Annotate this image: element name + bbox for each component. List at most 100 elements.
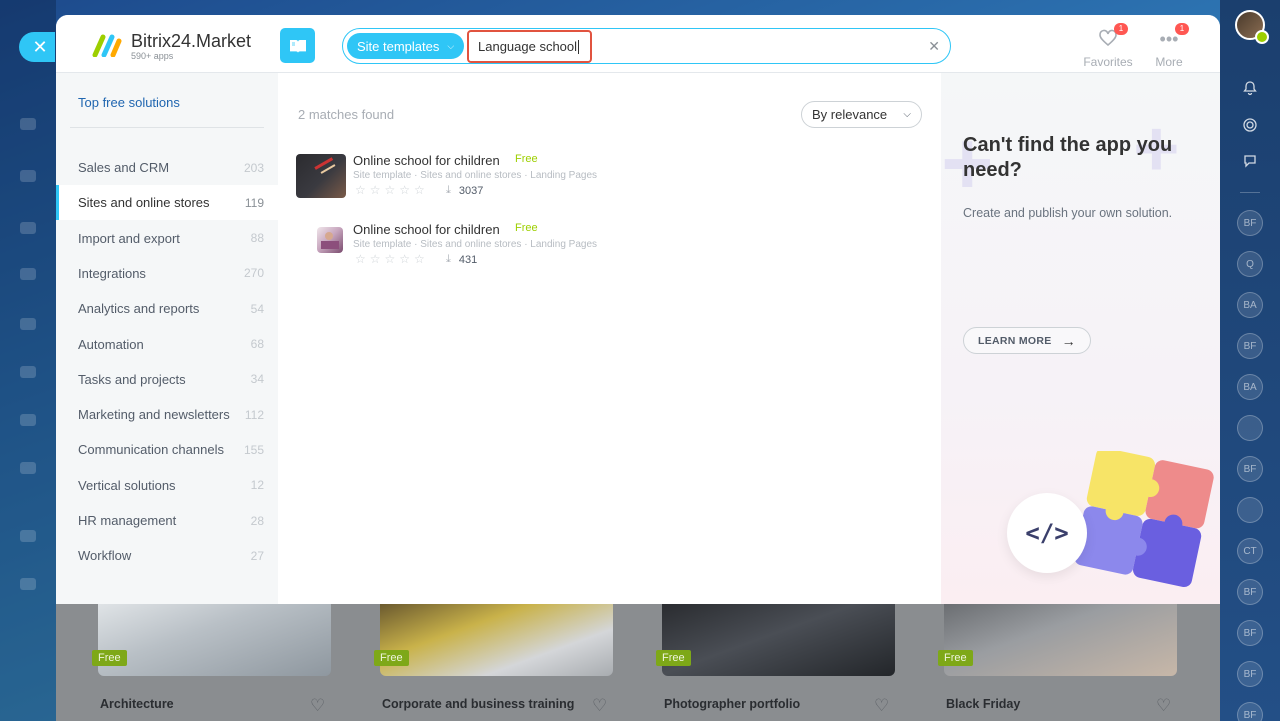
sidebar-item-count: 112	[244, 407, 264, 422]
rating-stars: ☆☆☆☆☆	[355, 252, 429, 266]
sidebar-item[interactable]: Communication channels 155	[56, 432, 278, 467]
promo-panel: + + Can't find the app you need? Create …	[941, 73, 1220, 604]
sidebar-item[interactable]: Integrations 270	[56, 256, 278, 291]
rating-stars: ☆☆☆☆☆	[355, 183, 429, 197]
category-sidebar: Top free solutions Sales and CRM 203 Sites…	[56, 73, 278, 604]
background-menu-ghost	[20, 578, 36, 590]
contact-initials: Q	[1246, 258, 1254, 270]
contact-initials: BF	[1243, 463, 1257, 475]
user-avatar[interactable]	[1235, 10, 1269, 44]
activity-icon[interactable]	[1237, 112, 1263, 138]
favorites-badge: 1	[1114, 23, 1128, 35]
result-item[interactable]: Online school for children Free Site tem…	[296, 222, 896, 282]
contact-avatar[interactable]: BF	[1237, 579, 1263, 605]
background-card: Free Architecture ♡	[82, 604, 362, 721]
sidebar-item-label: Marketing and newsletters	[78, 407, 230, 423]
card-title: Photographer portfolio	[664, 697, 801, 711]
promo-title: Can't find the app you need?	[963, 134, 1173, 181]
book-icon	[289, 39, 306, 53]
notifications-icon[interactable]	[1237, 75, 1263, 101]
sidebar-item-count: 27	[250, 548, 264, 563]
sidebar-item[interactable]: Tasks and projects 34	[56, 362, 278, 397]
installs-count: 3037	[458, 184, 484, 197]
app-subtitle: 590+ apps	[131, 51, 174, 61]
filter-chip-label: Site templates	[357, 38, 440, 54]
result-thumbnail	[317, 227, 343, 253]
favorites-button[interactable]: 1 Favorites	[1078, 23, 1138, 69]
text-caret	[578, 39, 580, 54]
contact-initials: BF	[1243, 668, 1257, 680]
card-title: Black Friday	[946, 697, 1021, 711]
learn-more-button[interactable]: LEARN MORE →	[963, 327, 1091, 354]
more-button[interactable]: ••• 1 More	[1139, 23, 1199, 69]
contact-avatar[interactable]: BF	[1237, 210, 1263, 236]
installs-counter: ⤓ 3037	[446, 184, 483, 197]
search-bar[interactable]: Site templates ⌵ Language school ✕	[342, 28, 951, 64]
sidebar-item-label: Sites and online stores	[78, 195, 210, 211]
background-card: Free Photographer portfolio ♡	[646, 604, 926, 721]
learn-more-label: LEARN MORE	[978, 334, 1052, 347]
sidebar-item[interactable]: Workflow 27	[56, 538, 278, 573]
card-title: Architecture	[100, 697, 174, 711]
result-item[interactable]: Online school for children Free Site tem…	[296, 153, 896, 213]
sidebar-item-count: 28	[250, 513, 264, 528]
background-left-strip	[0, 0, 56, 721]
background-menu-ghost	[20, 414, 36, 426]
sidebar-item[interactable]: Analytics and reports 54	[56, 291, 278, 326]
sidebar-item[interactable]: Vertical solutions 12	[56, 468, 278, 503]
top-free-solutions-link[interactable]: Top free solutions	[78, 95, 180, 110]
sidebar-item-label: HR management	[78, 513, 177, 528]
sidebar-item-count: 155	[243, 442, 264, 457]
contact-avatar[interactable]	[1237, 497, 1263, 523]
sidebar-item[interactable]: Sales and CRM 203	[56, 150, 278, 185]
contact-initials: CT	[1243, 545, 1257, 557]
filter-chip[interactable]: Site templates ⌵	[347, 33, 465, 59]
search-input[interactable]: Language school	[467, 30, 592, 63]
sidebar-item[interactable]: Import and export 88	[56, 221, 278, 256]
contact-avatar[interactable]: BF	[1237, 661, 1263, 687]
chat-icon[interactable]	[1237, 148, 1263, 174]
contact-avatar[interactable]: Q	[1237, 251, 1263, 277]
sidebar-item[interactable]: HR management 28	[56, 503, 278, 538]
contact-avatar[interactable]	[1237, 415, 1263, 441]
contact-initials: BA	[1243, 299, 1257, 311]
contact-initials: BF	[1243, 586, 1257, 598]
result-name[interactable]: Online school for children	[353, 222, 500, 237]
contact-initials: BA	[1243, 381, 1257, 393]
contact-avatar[interactable]: BF	[1237, 456, 1263, 482]
sort-dropdown[interactable]: By relevance ⌵	[801, 101, 922, 128]
result-name[interactable]: Online school for children	[353, 153, 500, 168]
contact-initials: BF	[1243, 217, 1257, 229]
free-badge: Free	[92, 650, 127, 666]
card-image	[98, 604, 331, 676]
chevron-down-icon: ⌵	[903, 109, 911, 120]
sidebar-item-label: Integrations	[78, 265, 146, 281]
close-icon: ✕	[32, 36, 48, 57]
search-query-text: Language school	[478, 39, 578, 54]
contact-avatar[interactable]: BA	[1237, 292, 1263, 318]
background-menu-ghost	[20, 118, 36, 130]
clear-search-icon[interactable]: ✕	[928, 38, 940, 55]
heart-icon: ♡	[310, 696, 326, 715]
chevron-down-icon: ⌵	[447, 40, 455, 51]
sidebar-item-label: Sales and CRM	[78, 160, 170, 175]
contact-avatar[interactable]: BF	[1237, 702, 1263, 721]
free-badge: Free	[938, 650, 973, 666]
sidebar-item[interactable]: Marketing and newsletters 112	[56, 397, 278, 432]
background-menu-ghost	[20, 318, 36, 330]
background-menu-ghost	[20, 462, 36, 474]
contact-avatar[interactable]: BF	[1237, 333, 1263, 359]
sidebar-item[interactable]: Automation 68	[56, 327, 278, 362]
card-image	[380, 604, 613, 676]
result-category: Site template · Sites and online stores …	[353, 239, 598, 250]
catalog-button[interactable]	[280, 28, 315, 63]
contact-avatar[interactable]: CT	[1237, 538, 1263, 564]
sidebar-item[interactable]: Sites and online stores 119	[56, 185, 278, 221]
background-menu-ghost	[20, 170, 36, 182]
sidebar-item-count: 203	[243, 160, 264, 175]
contact-avatar[interactable]: BA	[1237, 374, 1263, 400]
contact-avatar[interactable]: BF	[1237, 620, 1263, 646]
favorites-label: Favorites	[1083, 55, 1133, 69]
close-slider-button[interactable]: ✕	[19, 32, 55, 62]
sidebar-item-label: Import and export	[78, 230, 180, 246]
